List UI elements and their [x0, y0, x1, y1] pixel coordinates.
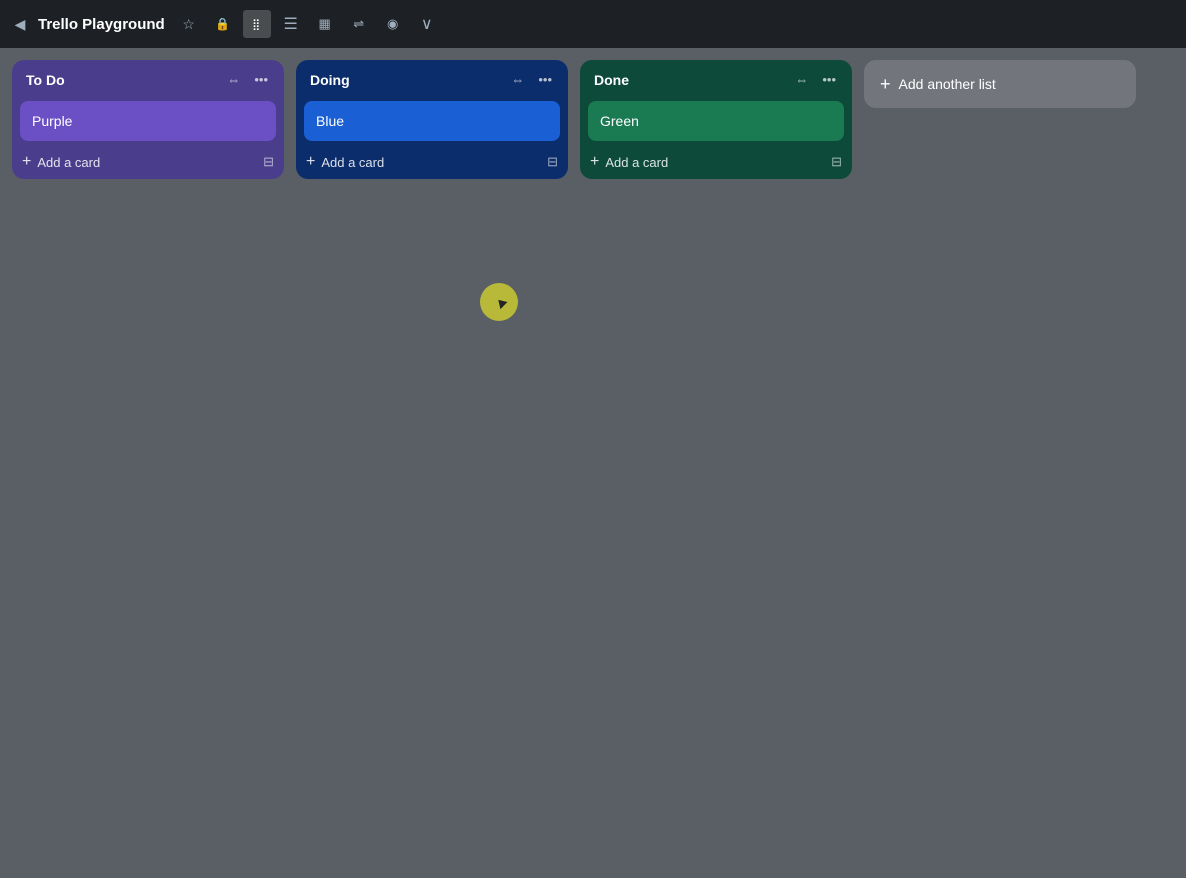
add-card-footer-done[interactable]: + Add a card ⊟ [580, 145, 852, 179]
add-card-plus-done: + [590, 153, 599, 171]
nav-overflow-button[interactable]: ∨ [413, 10, 441, 38]
card-blue[interactable]: Blue [304, 101, 560, 141]
list-header-doing: Doing ⇔ ••• [296, 60, 568, 97]
list-todo: To Do ⇔ ••• Purple + Add a card ⊟ [12, 60, 284, 179]
list-collapse-icon-todo[interactable]: ⇔ [223, 70, 244, 89]
add-card-footer-todo[interactable]: + Add a card ⊟ [12, 145, 284, 179]
board-view-button[interactable]: ⣿ [243, 10, 271, 38]
list-more-icon-done[interactable]: ••• [818, 70, 840, 89]
card-green[interactable]: Green [588, 101, 844, 141]
workflow-button[interactable]: ⇌ [345, 10, 373, 38]
add-card-plus-doing: + [306, 153, 315, 171]
list-title-todo: To Do [26, 72, 217, 88]
add-card-label-doing: Add a card [321, 155, 384, 170]
card-purple[interactable]: Purple [20, 101, 276, 141]
list-doing: Doing ⇔ ••• Blue + Add a card ⊟ [296, 60, 568, 179]
list-done: Done ⇔ ••• Green + Add a card ⊟ [580, 60, 852, 179]
list-collapse-icon-doing[interactable]: ⇔ [507, 70, 528, 89]
lock-button[interactable]: 🔒 [209, 10, 237, 38]
add-card-plus-todo: + [22, 153, 31, 171]
add-card-template-icon-done[interactable]: ⊟ [831, 154, 842, 170]
list-header-done: Done ⇔ ••• [580, 60, 852, 97]
list-cards-done: Green [580, 97, 852, 145]
list-header-todo: To Do ⇔ ••• [12, 60, 284, 97]
add-list-label: Add another list [899, 76, 996, 92]
list-title-done: Done [594, 72, 785, 88]
add-card-footer-doing[interactable]: + Add a card ⊟ [296, 145, 568, 179]
add-list-plus-icon: + [880, 75, 891, 93]
list-cards-doing: Blue [296, 97, 568, 145]
list-more-icon-doing[interactable]: ••• [534, 70, 556, 89]
board-area: To Do ⇔ ••• Purple + Add a card ⊟ Doing … [0, 48, 1186, 878]
map-button[interactable]: ◉ [379, 10, 407, 38]
add-another-list-button[interactable]: + Add another list [864, 60, 1136, 108]
list-more-icon-todo[interactable]: ••• [250, 70, 272, 89]
list-cards-todo: Purple [12, 97, 284, 145]
add-card-label-done: Add a card [605, 155, 668, 170]
navbar: ◀ Trello Playground ☆ 🔒 ⣿ ☰ ▦ ⇌ ◉ ∨ [0, 0, 1186, 48]
add-card-template-icon-todo[interactable]: ⊟ [263, 154, 274, 170]
list-title-doing: Doing [310, 72, 501, 88]
star-button[interactable]: ☆ [175, 10, 203, 38]
board-title: Trello Playground [38, 16, 165, 33]
list-collapse-icon-done[interactable]: ⇔ [791, 70, 812, 89]
calendar-view-button[interactable]: ▦ [311, 10, 339, 38]
add-card-template-icon-doing[interactable]: ⊟ [547, 154, 558, 170]
table-view-button[interactable]: ☰ [277, 10, 305, 38]
add-card-label-todo: Add a card [37, 155, 100, 170]
nav-back-button[interactable]: ◀ [8, 12, 32, 36]
